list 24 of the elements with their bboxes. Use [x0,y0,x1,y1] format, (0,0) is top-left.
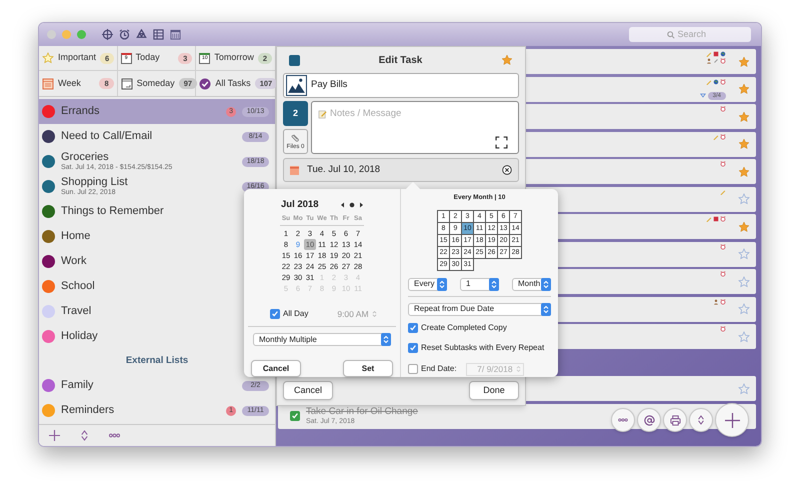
list-name: Family [61,380,94,391]
list-name: Shopping List [61,177,129,188]
filter-label: Today [136,51,161,64]
month-label: Jul 2018 [281,198,318,212]
list-name: Work [61,256,88,267]
list-name: Reminders [61,405,116,416]
list-name: Groceries [61,152,110,163]
filter-label: Tomorrow [214,51,254,64]
list-name: School [61,281,96,292]
checkbox-label: End Date: [421,363,457,376]
filter-label: Important [58,51,96,64]
list-name: Things to Remember [61,206,165,217]
checkbox-label: All Day [283,308,308,320]
checkbox-label: Create Completed Copy [421,322,507,334]
filter-label: Someday [136,76,175,90]
panel-title: Edit Task [378,54,422,68]
list-name: Travel [61,306,92,317]
list-name: Need to Call/Email [61,131,154,142]
filter-label: Week [58,76,82,90]
list-name: Home [61,231,92,242]
checkbox-label: Reset Subtasks with Every Repeat [421,342,544,354]
list-name: Errands [61,106,101,117]
filter-label: All Tasks [215,76,251,90]
task-title: Take Car in for Oil Change [306,407,418,417]
